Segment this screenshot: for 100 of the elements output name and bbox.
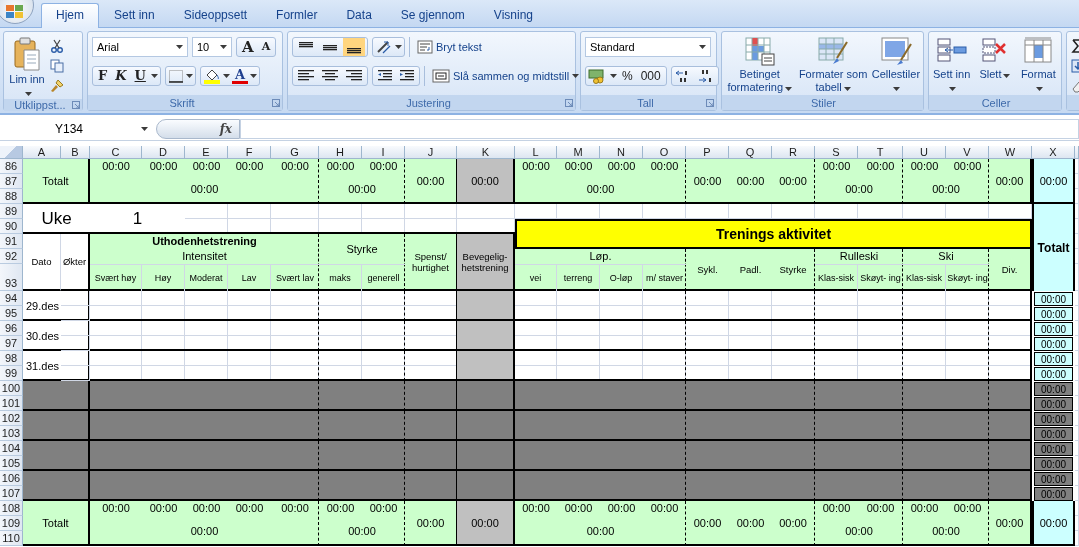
subtotal-cell: 00:00 bbox=[586, 525, 615, 537]
column-title: Moderat bbox=[185, 264, 228, 291]
column-header[interactable]: W bbox=[989, 146, 1032, 159]
row-header[interactable]: 98 bbox=[0, 351, 23, 366]
font-name-dropdown[interactable]: Arial bbox=[92, 36, 188, 57]
column-header[interactable]: G bbox=[271, 146, 319, 159]
column-header[interactable]: D bbox=[142, 146, 185, 159]
name-box[interactable]: Y134 bbox=[0, 119, 152, 139]
ribbon-button[interactable]: Formater som tabell bbox=[796, 34, 870, 94]
ribbon-tab[interactable]: Hjem bbox=[41, 3, 99, 28]
column-header[interactable]: B bbox=[61, 146, 90, 159]
column-header[interactable]: N bbox=[600, 146, 643, 159]
row-header[interactable]: 109 bbox=[0, 516, 23, 531]
column-header[interactable]: P bbox=[686, 146, 729, 159]
row-header[interactable]: 86 bbox=[0, 159, 23, 174]
align-bottom-icon[interactable] bbox=[343, 37, 365, 56]
fill-color-icon[interactable] bbox=[202, 67, 221, 84]
table-cell: 00:00 bbox=[564, 501, 593, 514]
row-header[interactable]: 87 bbox=[0, 174, 23, 189]
column-header[interactable]: Q bbox=[729, 146, 772, 159]
table-cell: 00:00 bbox=[564, 159, 593, 172]
table-cell: 00:00 bbox=[457, 159, 515, 204]
ribbon-button[interactable]: Cellestiler bbox=[869, 34, 922, 94]
scissors-icon[interactable] bbox=[50, 39, 64, 53]
row-header[interactable]: 96 bbox=[0, 321, 23, 336]
wrap-text-button[interactable]: Bryt tekst bbox=[414, 38, 485, 55]
group-label: Tall bbox=[636, 96, 655, 109]
caret-icon bbox=[949, 87, 957, 92]
column-header[interactable]: I bbox=[362, 146, 405, 159]
row-header[interactable]: 91 bbox=[0, 234, 23, 249]
row-header[interactable]: 100 bbox=[0, 381, 23, 396]
ribbon-tab[interactable]: Sett inn bbox=[100, 4, 169, 27]
column-header[interactable]: L bbox=[515, 146, 557, 159]
insert-function-button[interactable]: fx bbox=[156, 119, 240, 139]
column-header[interactable]: U bbox=[903, 146, 946, 159]
table-cell: 00:00 bbox=[822, 501, 851, 514]
shrink-font-button[interactable]: A bbox=[258, 38, 274, 55]
ribbon-button[interactable]: Sett inn bbox=[930, 34, 973, 94]
ribbon-button[interactable]: Slett bbox=[974, 34, 1016, 81]
merge-center-button[interactable]: Slå sammen og midtstill bbox=[429, 67, 583, 84]
ribbon-tab[interactable]: Se gjennom bbox=[386, 4, 479, 27]
ribbon-tab[interactable]: Data bbox=[332, 4, 386, 27]
text-orientation-icon[interactable] bbox=[375, 38, 393, 55]
thousands-button[interactable]: 000 bbox=[637, 67, 664, 84]
number-format-dropdown[interactable]: Standard bbox=[585, 36, 711, 57]
column-header[interactable]: C bbox=[90, 146, 142, 159]
column-header[interactable]: F bbox=[228, 146, 271, 159]
row-header[interactable]: 110 bbox=[0, 531, 23, 546]
formula-input[interactable] bbox=[240, 119, 1079, 139]
row-header[interactable]: 94 bbox=[0, 291, 23, 306]
row-header[interactable]: 97 bbox=[0, 336, 23, 351]
bold-button[interactable]: F bbox=[95, 67, 111, 84]
row-header[interactable]: 93 bbox=[0, 264, 23, 291]
caret-icon bbox=[24, 92, 32, 97]
column-header[interactable]: T bbox=[858, 146, 903, 159]
row-header[interactable]: 101 bbox=[0, 396, 23, 411]
row-header[interactable]: 92 bbox=[0, 249, 23, 264]
row-header[interactable]: 103 bbox=[0, 426, 23, 441]
column-header[interactable]: X bbox=[1032, 146, 1075, 159]
row-header[interactable]: 99 bbox=[0, 366, 23, 381]
column-header[interactable]: O bbox=[643, 146, 686, 159]
row-header[interactable]: 105 bbox=[0, 456, 23, 471]
caret-icon bbox=[1003, 74, 1011, 79]
row-header[interactable]: 108 bbox=[0, 501, 23, 516]
ribbon-button[interactable]: Betinget formatering bbox=[723, 34, 797, 94]
row-header[interactable]: 88 bbox=[0, 189, 23, 204]
column-title: Sykl. bbox=[686, 249, 729, 291]
table-cell: 00:00 bbox=[102, 501, 130, 514]
column-header[interactable]: H bbox=[319, 146, 362, 159]
column-header[interactable]: K bbox=[457, 146, 515, 159]
column-header[interactable]: J bbox=[405, 146, 457, 159]
ribbon-button[interactable]: Format bbox=[1017, 34, 1060, 94]
ribbon-tab[interactable]: Visning bbox=[479, 4, 547, 27]
row-header[interactable]: 104 bbox=[0, 441, 23, 456]
underline-button[interactable]: U bbox=[131, 67, 149, 84]
border-icon[interactable] bbox=[167, 68, 184, 83]
table-cell: 00:00 bbox=[650, 159, 679, 172]
ribbon-tab[interactable]: Formler bbox=[262, 4, 332, 27]
percent-button[interactable]: % bbox=[619, 67, 636, 84]
row-header[interactable]: 90 bbox=[0, 219, 23, 234]
copy-icon[interactable] bbox=[50, 59, 64, 73]
column-header[interactable]: E bbox=[185, 146, 228, 159]
row-header[interactable]: 102 bbox=[0, 411, 23, 426]
column-header[interactable]: M bbox=[557, 146, 600, 159]
font-size-dropdown[interactable]: 10 bbox=[192, 36, 232, 57]
italic-button[interactable]: K bbox=[112, 67, 130, 84]
table-cell: 00:00 bbox=[650, 501, 679, 514]
row-header[interactable]: 89 bbox=[0, 204, 23, 219]
row-header[interactable]: 95 bbox=[0, 306, 23, 321]
table-cell: 00:00 bbox=[326, 159, 355, 172]
column-header[interactable]: S bbox=[815, 146, 858, 159]
format-brush-icon[interactable] bbox=[50, 79, 64, 93]
row-header[interactable]: 107 bbox=[0, 486, 23, 501]
ribbon-tab[interactable]: Sideoppsett bbox=[169, 4, 262, 27]
column-header[interactable]: R bbox=[772, 146, 815, 159]
paste-button[interactable]: Lim inn bbox=[8, 35, 46, 99]
column-header[interactable]: V bbox=[946, 146, 989, 159]
grow-font-button[interactable]: A bbox=[239, 38, 257, 55]
column-header[interactable]: A bbox=[23, 146, 61, 159]
row-header[interactable]: 106 bbox=[0, 471, 23, 486]
